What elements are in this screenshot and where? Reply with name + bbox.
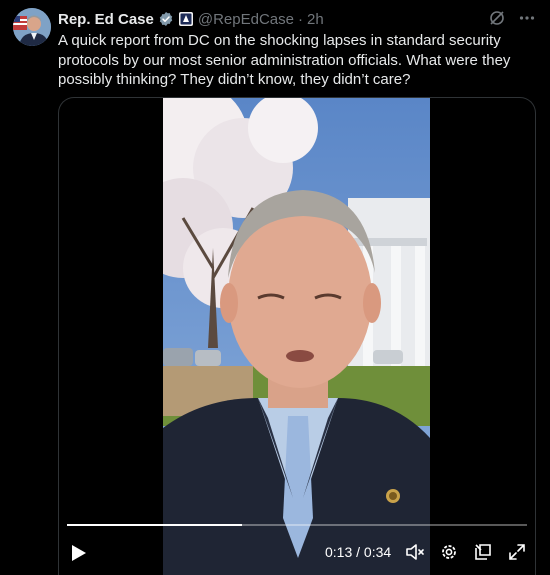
avatar[interactable] [13, 8, 51, 46]
fullscreen-icon[interactable] [507, 542, 527, 562]
tweet-text: A quick report from DC on the shocking l… [58, 32, 511, 88]
play-icon[interactable] [71, 544, 87, 562]
mute-icon[interactable] [405, 542, 425, 562]
timestamp[interactable]: 2h [307, 11, 324, 28]
settings-icon[interactable] [439, 542, 459, 562]
pip-icon[interactable] [473, 542, 493, 562]
separator-dot: · [297, 10, 303, 28]
video-player[interactable]: 0:13 / 0:34 [58, 97, 536, 575]
grok-icon[interactable] [488, 9, 506, 27]
video-controls: 0:13 / 0:34 [59, 540, 535, 566]
control-icons [405, 542, 527, 562]
video-frame [163, 98, 430, 575]
government-badge-icon [178, 12, 193, 26]
time-readout: 0:13 / 0:34 [325, 544, 392, 560]
progress-bar[interactable] [67, 524, 527, 526]
verified-icon [159, 12, 173, 26]
display-name[interactable]: Rep. Ed Case [58, 11, 154, 28]
more-icon[interactable] [518, 9, 536, 27]
tweet-header: Rep. Ed Case @RepEdCase · 2h [58, 9, 324, 29]
tweet-actions-top [488, 9, 536, 27]
handle[interactable]: @RepEdCase [198, 11, 294, 28]
progress-fill [67, 524, 242, 526]
